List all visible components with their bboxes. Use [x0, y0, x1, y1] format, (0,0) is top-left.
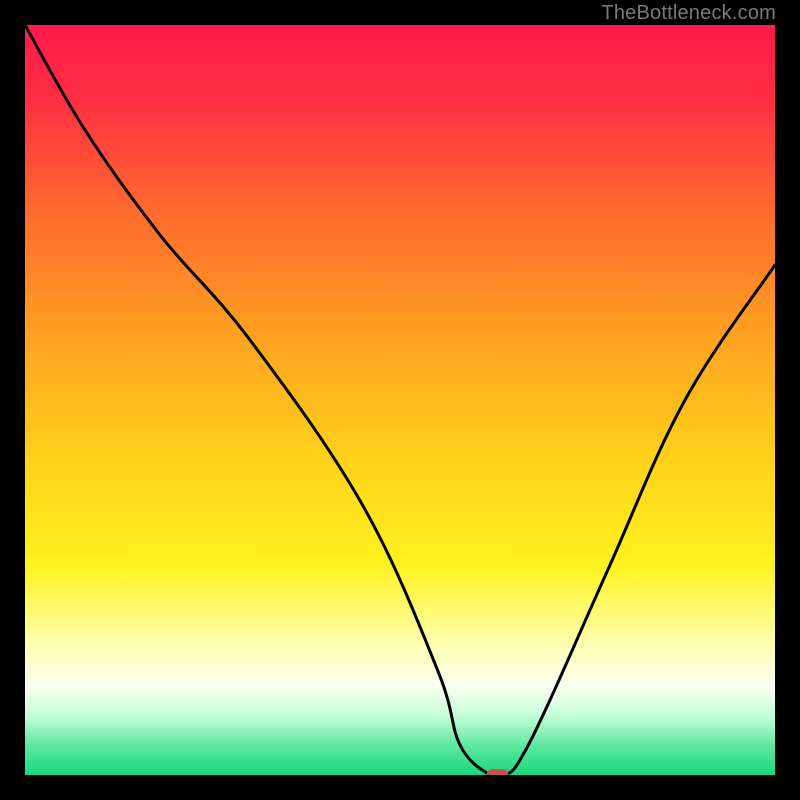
minimum-marker: [487, 769, 509, 775]
watermark-text: TheBottleneck.com: [601, 2, 776, 25]
chart-container: TheBottleneck.com: [0, 0, 800, 800]
plot-area: [25, 25, 775, 775]
chart-svg: [25, 25, 775, 775]
